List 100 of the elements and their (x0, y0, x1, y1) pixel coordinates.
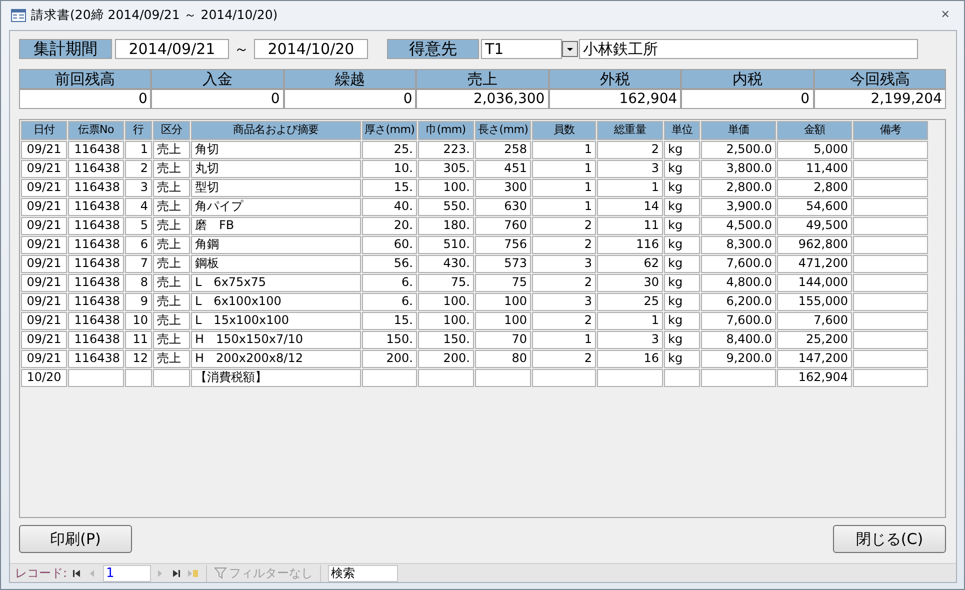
table-cell: 【消費税額】 (195, 370, 267, 384)
table-cell: 16 (644, 351, 659, 365)
table-cell: 売上 (157, 275, 181, 289)
table-cell: 角パイプ (195, 199, 243, 213)
funnel-icon (214, 567, 228, 579)
table-cell: kg (668, 332, 683, 346)
table-cell: 430. (443, 256, 470, 270)
table-cell: kg (668, 294, 683, 308)
date-field[interactable]: 2014/09/21 (115, 39, 229, 59)
table-cell: 4 (140, 199, 148, 213)
table-cell: 1 (584, 161, 592, 175)
table-cell: 6. (402, 275, 413, 289)
table-cell: 09/21 (26, 294, 62, 308)
table-cell: 10 (132, 313, 148, 327)
table-cell: 09/21 (26, 180, 62, 194)
table-cell: 962,800 (798, 237, 848, 251)
print-button[interactable]: 印刷(P) (19, 525, 132, 553)
table-cell: 8,300.0 (726, 237, 772, 251)
dropdown-button[interactable] (562, 41, 578, 57)
table-cell: 70 (512, 332, 527, 346)
summary-header: 入金 (151, 69, 284, 89)
table-cell: 3 (584, 256, 592, 270)
table-cell: 200. (386, 351, 413, 365)
table-cell: 5 (140, 218, 148, 232)
table-cell: 売上 (157, 199, 181, 213)
table-cell: 7 (140, 256, 148, 270)
table-cell: 56. (394, 256, 413, 270)
table-cell: 09/21 (26, 256, 62, 270)
table-cell: 売上 (157, 142, 181, 156)
close-button[interactable]: 閉じる(C) (833, 525, 946, 553)
summary-header: 内税 (681, 69, 814, 89)
table-cell: 3,900.0 (726, 199, 772, 213)
table-cell: 売上 (157, 351, 181, 365)
table-cell: 760 (504, 218, 527, 232)
table-cell: L 15x100x100 (195, 313, 289, 327)
search-field[interactable]: 検索 (328, 564, 398, 582)
table-cell: 売上 (157, 256, 181, 270)
table-cell: 2 (584, 275, 592, 289)
column-header: 区分 (153, 121, 190, 140)
summary-value: 0 (681, 89, 814, 109)
record-number-field[interactable]: 1 (103, 564, 152, 582)
column-header: 伝票No (68, 121, 124, 140)
summary-header: 売上 (416, 69, 549, 89)
column-header: 日付 (21, 121, 67, 140)
table-cell: 116438 (74, 313, 120, 327)
column-header: 員数 (532, 121, 596, 140)
table-cell: 756 (504, 237, 527, 251)
summary-header: 今回残高 (814, 69, 946, 89)
table-cell: 100. (443, 180, 470, 194)
date-field[interactable]: 2014/10/20 (254, 39, 368, 59)
table-cell: kg (668, 237, 683, 251)
table-cell: 162,904 (798, 370, 848, 384)
customer-name-field[interactable]: 小林鉄工所 (579, 39, 918, 59)
summary-value: 2,199,204 (814, 89, 946, 109)
summary-header: 繰越 (284, 69, 416, 89)
table-cell: 116438 (74, 294, 120, 308)
table-cell: 20. (394, 218, 413, 232)
table-cell: 116438 (74, 332, 120, 346)
table-cell: 1 (584, 332, 592, 346)
table-cell: 116 (636, 237, 659, 251)
column-header: 商品名および摘要 (191, 121, 361, 140)
table-cell: 3 (140, 180, 148, 194)
column-header: 巾(mm) (418, 121, 474, 140)
table-cell: 1 (651, 180, 659, 194)
table-cell: 100. (443, 313, 470, 327)
table-cell: 2,800.0 (726, 180, 772, 194)
period-label: 集計期間 (19, 39, 112, 59)
table-cell: 1 (584, 142, 592, 156)
summary-value: 0 (19, 89, 152, 109)
table-cell: 573 (504, 256, 527, 270)
table-cell: 2 (584, 313, 592, 327)
table-cell: 100. (443, 294, 470, 308)
close-button[interactable]: ✕ (934, 7, 956, 24)
table-cell: 09/21 (26, 142, 62, 156)
table-cell: kg (668, 275, 683, 289)
form-icon (11, 9, 26, 22)
table-cell: 5,000 (814, 142, 848, 156)
table-cell: 磨 FB (195, 218, 234, 232)
summary-value: 0 (151, 89, 284, 109)
table-cell: 09/21 (26, 218, 62, 232)
table-cell: 10. (394, 161, 413, 175)
table-cell: 471,200 (798, 256, 848, 270)
table-cell: 鋼板 (195, 256, 219, 270)
table-cell: 角切 (195, 142, 219, 156)
table-cell: 60. (394, 237, 413, 251)
table-cell: 144,000 (798, 275, 848, 289)
summary-value: 162,904 (548, 89, 682, 109)
table-cell: 3 (584, 294, 592, 308)
table-cell: 09/21 (26, 161, 62, 175)
table-cell: 売上 (157, 313, 181, 327)
table-cell: 2 (584, 218, 592, 232)
customer-code-field[interactable]: T1 (481, 39, 562, 59)
column-header: 単位 (664, 121, 700, 140)
table-cell: 223. (443, 142, 470, 156)
customer-label: 得意先 (387, 39, 479, 59)
table-cell: 4,800.0 (726, 275, 772, 289)
table-cell: 451 (504, 161, 527, 175)
table-cell: 2 (140, 161, 148, 175)
table-cell: 9 (140, 294, 148, 308)
table-cell: 売上 (157, 332, 181, 346)
